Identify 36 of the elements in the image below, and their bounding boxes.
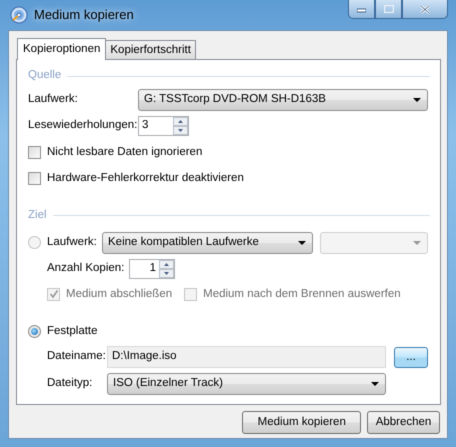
- caret-icon: [413, 240, 421, 244]
- minimize-button[interactable]: [348, 0, 375, 19]
- close-icon: [420, 4, 430, 14]
- maximize-button[interactable]: [375, 0, 402, 19]
- close-button[interactable]: [402, 0, 448, 19]
- group-heading: Ziel: [28, 208, 47, 223]
- caret-icon: [371, 382, 379, 386]
- maximize-icon: [384, 5, 394, 13]
- tab[interactable]: Kopierfortschritt: [105, 40, 196, 59]
- field-label: Laufwerk:: [28, 92, 79, 108]
- field-label: Anzahl Kopien:: [47, 260, 126, 276]
- checkbox-label: Medium abschließen: [66, 286, 172, 302]
- drive-select[interactable]: Keine kompatiblen Laufwerke: [102, 232, 313, 254]
- checkbox[interactable]: [28, 172, 41, 186]
- field-label: Dateiname:: [47, 349, 107, 364]
- checkbox[interactable]: [28, 146, 41, 160]
- radio-label: Festplatte: [47, 324, 98, 339]
- checkbox-label: Nicht lesbare Daten ignorieren: [47, 145, 202, 160]
- caret-icon: [298, 240, 306, 244]
- caret-icon: [413, 98, 421, 102]
- filetype-select[interactable]: ISO (Einzelner Track): [107, 373, 386, 395]
- group-heading: Quelle: [28, 68, 62, 84]
- checkbox-label: Hardware-Fehlerkorrektur deaktivieren: [47, 171, 244, 186]
- window-title: Medium kopieren: [34, 6, 134, 24]
- dialog-button[interactable]: Abbrechen: [367, 411, 440, 434]
- filename-field[interactable]: D:\Image.iso: [107, 346, 386, 368]
- checkbox-label: Medium nach dem Brennen auswerfen: [203, 286, 401, 302]
- tab[interactable]: Kopieroptionen: [17, 38, 106, 60]
- browse-button[interactable]: ...: [394, 346, 428, 368]
- field-label: Lesewiederholungen:: [28, 118, 138, 134]
- radio-button[interactable]: [28, 324, 41, 338]
- drive-select[interactable]: G: TSSTcorp DVD-ROM SH-D163B: [138, 89, 428, 111]
- disc-icon: [10, 6, 28, 24]
- field-label: Dateityp:: [47, 376, 94, 392]
- dialog-button[interactable]: Medium kopieren: [242, 411, 362, 434]
- radio-label: Laufwerk:: [47, 234, 97, 250]
